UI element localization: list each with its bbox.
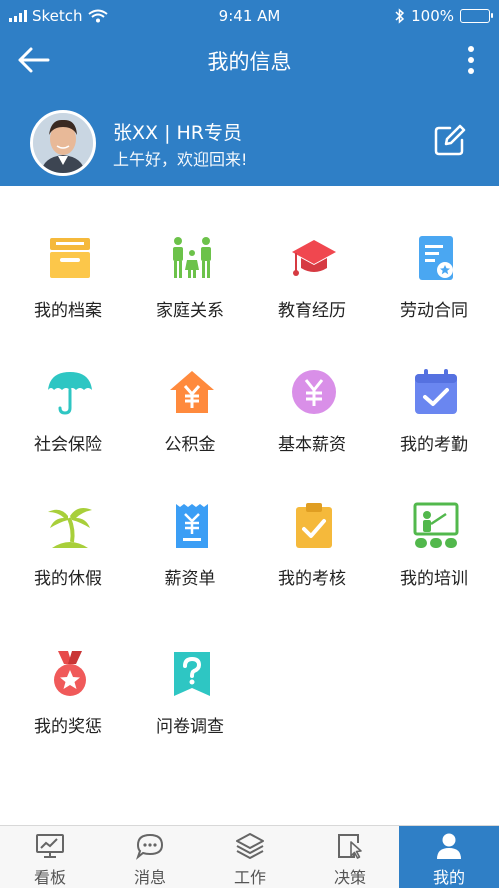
grid-item-label: 我的档案 bbox=[34, 301, 102, 321]
grid-item-family[interactable]: 家庭关系 bbox=[128, 234, 252, 354]
navbar: 我的信息 bbox=[0, 36, 499, 84]
training-board-icon bbox=[413, 502, 459, 548]
decision-icon bbox=[338, 834, 362, 859]
tab-label: 消息 bbox=[133, 868, 166, 887]
grid-item-label: 社会保险 bbox=[34, 435, 102, 455]
grid-item-label: 劳动合同 bbox=[400, 301, 468, 321]
grid-item-housing-fund[interactable]: 公积金 bbox=[128, 368, 252, 488]
contract-icon bbox=[419, 236, 453, 280]
graduation-cap-icon bbox=[292, 240, 336, 276]
housing-fund-icon bbox=[170, 371, 214, 413]
battery-percent: 100% bbox=[411, 7, 454, 25]
more-menu-icon[interactable] bbox=[463, 42, 479, 78]
family-icon bbox=[173, 237, 211, 278]
tab-decision[interactable]: 决策 bbox=[300, 826, 400, 888]
attendance-calendar-icon bbox=[415, 369, 457, 414]
tab-label: 工作 bbox=[233, 868, 266, 887]
payslip-icon bbox=[176, 504, 208, 548]
layers-icon bbox=[236, 833, 264, 859]
grid-item-payslip[interactable]: 薪资单 bbox=[128, 502, 252, 622]
battery-icon bbox=[460, 9, 493, 23]
grid-item-attendance[interactable]: 我的考勤 bbox=[372, 368, 496, 488]
status-bar: Sketch 9:41 AM 100% bbox=[0, 0, 499, 32]
grid-item-label: 我的培训 bbox=[400, 569, 468, 589]
user-icon bbox=[437, 833, 461, 859]
grid-item-rewards[interactable]: 我的奖惩 bbox=[6, 650, 130, 770]
palm-tree-icon bbox=[48, 508, 92, 548]
assessment-clipboard-icon bbox=[296, 503, 332, 548]
medal-icon bbox=[54, 651, 86, 696]
dashboard-icon bbox=[36, 834, 64, 858]
message-icon bbox=[135, 833, 164, 860]
grid-item-label: 基本薪资 bbox=[278, 435, 346, 455]
bluetooth-icon bbox=[395, 8, 405, 24]
grid-item-label: 我的考勤 bbox=[400, 435, 468, 455]
page-title: 我的信息 bbox=[207, 50, 292, 74]
grid-item-assessment[interactable]: 我的考核 bbox=[250, 502, 374, 622]
salary-yen-icon bbox=[292, 370, 336, 414]
grid-item-archive[interactable]: 我的档案 bbox=[6, 234, 130, 354]
tab-messages[interactable]: 消息 bbox=[100, 826, 200, 888]
tab-label: 看板 bbox=[33, 868, 66, 887]
grid-item-label: 家庭关系 bbox=[156, 301, 224, 321]
tab-mine[interactable]: 我的 bbox=[399, 826, 499, 888]
profile-card: 张XX | HR专员 上午好，欢迎回来! bbox=[0, 106, 499, 178]
grid-item-base-salary[interactable]: 基本薪资 bbox=[250, 368, 374, 488]
survey-question-icon bbox=[174, 652, 210, 696]
archive-box-icon bbox=[50, 238, 90, 278]
edit-icon[interactable] bbox=[432, 122, 468, 158]
header: Sketch 9:41 AM 100% 我的信息 张XX | HR专员 上午好， bbox=[0, 0, 499, 186]
grid-item-label: 公积金 bbox=[164, 435, 216, 455]
grid-item-label: 我的休假 bbox=[34, 569, 102, 589]
avatar[interactable] bbox=[30, 110, 96, 176]
tab-dashboard[interactable]: 看板 bbox=[0, 826, 100, 888]
umbrella-icon bbox=[48, 372, 92, 415]
greeting-text: 上午好，欢迎回来! bbox=[113, 150, 248, 169]
tab-bar: 看板 消息 工作 决策 我的 bbox=[0, 825, 499, 888]
grid-item-social-insurance[interactable]: 社会保险 bbox=[6, 368, 130, 488]
grid-item-label: 我的奖惩 bbox=[34, 717, 102, 737]
grid-item-education[interactable]: 教育经历 bbox=[250, 234, 374, 354]
tab-label: 决策 bbox=[333, 868, 366, 887]
grid-item-contract[interactable]: 劳动合同 bbox=[372, 234, 496, 354]
grid-item-leave[interactable]: 我的休假 bbox=[6, 502, 130, 622]
user-name: 张XX | HR专员 bbox=[113, 122, 243, 144]
grid-item-training[interactable]: 我的培训 bbox=[372, 502, 496, 622]
grid-item-survey[interactable]: 问卷调查 bbox=[128, 650, 252, 770]
grid-item-label: 我的考核 bbox=[278, 569, 346, 589]
grid-item-label: 薪资单 bbox=[164, 569, 216, 589]
grid-item-label: 教育经历 bbox=[278, 301, 346, 321]
tab-work[interactable]: 工作 bbox=[200, 826, 300, 888]
grid-item-label: 问卷调查 bbox=[156, 717, 224, 737]
tab-label: 我的 bbox=[432, 868, 465, 887]
